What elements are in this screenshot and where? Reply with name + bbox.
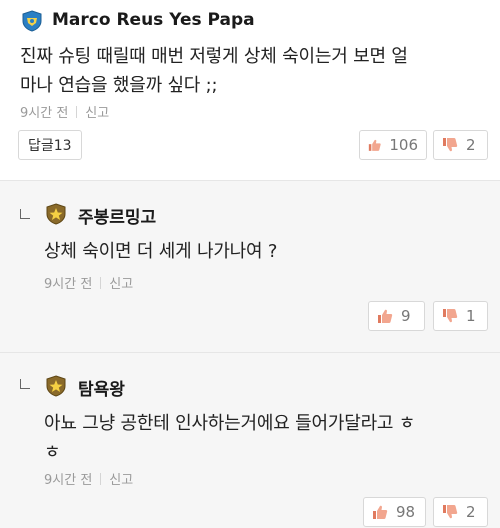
comment-meta: 9시간 전 신고 (20, 102, 109, 121)
divider (100, 276, 102, 289)
like-button[interactable]: 9 (368, 301, 425, 331)
thumbs-up-icon (373, 505, 388, 519)
divider (100, 472, 102, 485)
comment-text-line: 진짜 슈팅 때릴때 매번 저렇게 상체 숙이는거 보면 얼 (20, 46, 408, 67)
rank-badge-icon (46, 203, 66, 225)
dislike-button[interactable]: 2 (433, 130, 488, 160)
like-count: 106 (389, 136, 418, 154)
thumbs-up-icon (378, 309, 393, 323)
like-count: 9 (401, 307, 411, 325)
thumbs-down-icon (443, 138, 458, 152)
rank-badge-icon (46, 375, 66, 397)
reply-meta: 9시간 전 신고 (44, 273, 133, 292)
like-button[interactable]: 98 (363, 497, 426, 527)
report-button[interactable]: 신고 (109, 469, 133, 488)
reply-text-line: 아뇨 그냥 공한테 인사하는거에요 들어가달라고 ㅎ (44, 413, 416, 434)
thumbs-up-icon (368, 139, 381, 151)
reply-time: 9시간 전 (44, 277, 93, 292)
reply-meta: 9시간 전 신고 (44, 469, 133, 488)
reply-author[interactable]: 주봉르밍고 (78, 203, 156, 228)
reply: 주봉르밍고 상체 숙이면 더 세게 나가나여 ? 9시간 전 신고 9 1 (0, 180, 500, 352)
reply-text-line: ㅎ (44, 442, 61, 463)
reply-author[interactable]: 탐욕왕 (78, 375, 125, 400)
reply: 탐욕왕 아뇨 그냥 공한테 인사하는거에요 들어가달라고 ㅎ ㅎ 9시간 전 신… (0, 352, 500, 528)
comment: Marco Reus Yes Papa 진짜 슈팅 때릴때 매번 저렇게 상체 … (0, 0, 500, 180)
thumbs-down-icon (443, 505, 458, 519)
like-count: 98 (396, 503, 416, 521)
reply-text: 아뇨 그냥 공한테 인사하는거에요 들어가달라고 ㅎ ㅎ (44, 409, 492, 467)
dislike-count: 2 (466, 136, 476, 154)
dislike-button[interactable]: 2 (433, 497, 488, 527)
reply-arrow-icon (20, 379, 30, 389)
comment-text: 진짜 슈팅 때릴때 매번 저렇게 상체 숙이는거 보면 얼 마나 연습을 했을까… (20, 42, 490, 100)
comment-author[interactable]: Marco Reus Yes Papa (52, 10, 255, 30)
rank-badge-icon (22, 10, 42, 32)
report-button[interactable]: 신고 (85, 102, 109, 121)
divider (76, 105, 78, 118)
thumbs-down-icon (443, 309, 458, 323)
report-button[interactable]: 신고 (109, 273, 133, 292)
like-button[interactable]: 106 (359, 130, 427, 160)
reply-arrow-icon (20, 209, 30, 219)
dislike-count: 1 (466, 307, 476, 325)
comment-time: 9시간 전 (20, 106, 69, 121)
reply-count-button[interactable]: 답글13 (18, 130, 82, 160)
reply-text: 상체 숙이면 더 세게 나가나여 ? (44, 237, 484, 266)
reply-time: 9시간 전 (44, 473, 93, 488)
dislike-count: 2 (466, 503, 476, 521)
reply-text-line: 상체 숙이면 더 세게 나가나여 ? (44, 241, 278, 262)
comment-text-line: 마나 연습을 했을까 싶다 ;; (20, 75, 218, 96)
dislike-button[interactable]: 1 (433, 301, 488, 331)
